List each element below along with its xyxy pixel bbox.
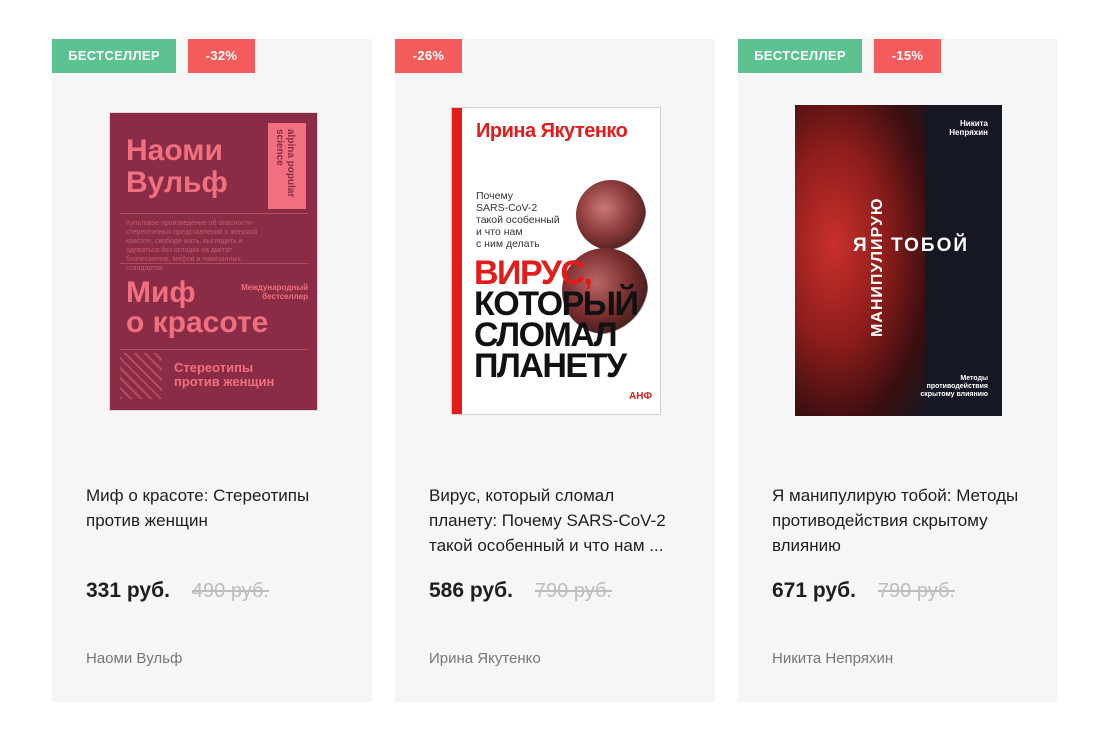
current-price: 586 руб. — [429, 579, 513, 602]
virus-illustration — [576, 180, 646, 250]
series-logo: alpina popular science — [268, 123, 306, 209]
discount-badge: -26% — [395, 39, 462, 73]
cover-pattern — [120, 353, 162, 399]
cover-author: Ирина Якутенко — [476, 120, 628, 142]
product-card[interactable]: -26% Ирина Якутенко Почему SARS-CoV-2 та… — [395, 39, 715, 702]
publisher-logo: АНФ — [629, 391, 652, 402]
book-cover-image[interactable]: Наоми Вульф alpina popular science Культ… — [109, 112, 318, 411]
price-block: 671 руб. 790 руб. — [772, 579, 955, 603]
product-card[interactable]: БЕСТСЕЛЛЕР -32% Наоми Вульф alpina popul… — [52, 39, 372, 702]
bestseller-badge: БЕСТСЕЛЛЕР — [738, 39, 862, 73]
cover-subtitle: Методы противодействия скрытому влиянию — [920, 375, 988, 398]
badge-group: БЕСТСЕЛЛЕР -32% — [52, 39, 255, 73]
cover-author: Наоми — [126, 134, 223, 167]
cover-title: ВИРУС, КОТОРЫЙ СЛОМАЛ ПЛАНЕТУ — [474, 254, 639, 385]
bestseller-badge: БЕСТСЕЛЛЕР — [52, 39, 176, 73]
old-price: 790 руб. — [877, 580, 955, 602]
book-cover-image[interactable]: Ирина Якутенко Почему SARS-CoV-2 такой о… — [451, 107, 661, 415]
cover-title: о красоте — [126, 306, 269, 339]
current-price: 331 руб. — [86, 579, 170, 602]
cover-question: Почему SARS-CoV-2 такой особенный и что … — [476, 190, 560, 250]
cover-subtitle: против женщин — [174, 374, 275, 389]
author-link[interactable]: Наоми Вульф — [86, 650, 182, 667]
cover-author: Вульф — [126, 166, 228, 199]
cover-title: ТОБОЙ — [891, 235, 970, 256]
book-cover-image[interactable]: Никита Непряхин Я МАНИПУЛИРУЮ ТОБОЙ Мето… — [795, 105, 1002, 416]
discount-badge: -32% — [188, 39, 255, 73]
cover-blurb: Культовое произведение об опасности стер… — [126, 220, 258, 272]
product-title-link[interactable]: Миф о красоте: Стереотипы против женщин — [86, 483, 342, 533]
portrait-photo — [795, 105, 925, 416]
old-price: 790 руб. — [534, 580, 612, 602]
current-price: 671 руб. — [772, 579, 856, 602]
cover-title: Миф — [126, 276, 196, 309]
discount-badge: -15% — [874, 39, 941, 73]
product-title-link[interactable]: Я манипулирую тобой: Методы противодейст… — [772, 483, 1028, 558]
cover-subtitle: Стереотипы — [174, 360, 254, 375]
product-title-link[interactable]: Вирус, который сломал планету: Почему SA… — [429, 483, 685, 558]
cover-tag: Международный бестселлер — [241, 283, 308, 301]
author-link[interactable]: Ирина Якутенко — [429, 650, 541, 667]
cover-author: Никита Непряхин — [949, 119, 988, 137]
old-price: 490 руб. — [191, 580, 269, 602]
badge-group: БЕСТСЕЛЛЕР -15% — [738, 39, 941, 73]
cover-stripe — [452, 108, 462, 414]
price-block: 331 руб. 490 руб. — [86, 579, 269, 603]
cover-title: Я — [853, 235, 867, 256]
badge-group: -26% — [395, 39, 462, 73]
product-card[interactable]: БЕСТСЕЛЛЕР -15% Никита Непряхин Я МАНИПУ… — [738, 39, 1058, 702]
price-block: 586 руб. 790 руб. — [429, 579, 612, 603]
cover-title: МАНИПУЛИРУЮ — [869, 197, 886, 337]
author-link[interactable]: Никита Непряхин — [772, 650, 893, 667]
